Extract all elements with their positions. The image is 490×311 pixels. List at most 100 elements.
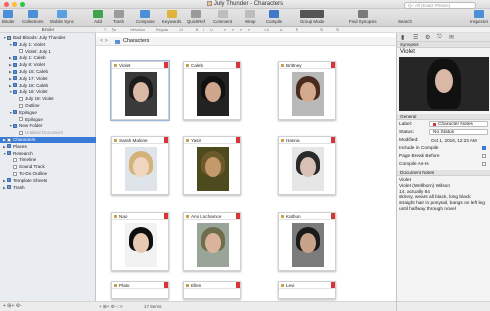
synopsis-section-header[interactable]: Synopsis xyxy=(397,42,490,48)
toolbar-button-compile[interactable]: Compile xyxy=(266,10,282,24)
toolbar-button-add[interactable]: Add xyxy=(93,10,103,24)
binder-item[interactable]: Timeline xyxy=(9,157,36,163)
document-icon xyxy=(19,130,23,135)
toolbar-button-quickref[interactable]: QuickRef xyxy=(187,10,205,24)
folder-icon xyxy=(13,123,17,128)
format-item[interactable]: ☰ xyxy=(320,27,323,33)
binder-item[interactable]: Sound Track xyxy=(9,164,45,170)
toolbar-button-trash[interactable]: Trash xyxy=(113,10,124,24)
bookmarks-tab-icon[interactable]: ☰ xyxy=(413,34,418,41)
toolbar-button-compose[interactable]: Compose xyxy=(136,10,155,24)
binder-item[interactable]: ▶ July 18: Caleb xyxy=(9,83,48,89)
index-card[interactable]: Kathun xyxy=(278,212,336,271)
binder-item[interactable]: ▶ July 17: Violet xyxy=(9,76,48,82)
binder-item[interactable]: July 18: Violet xyxy=(15,96,54,102)
format-item[interactable]: 1.0 xyxy=(264,27,269,33)
toolbar-button-inspector[interactable]: Inspector xyxy=(470,10,488,24)
center-footer-buttons[interactable]: + ⊞+ ⚙- □+ xyxy=(99,302,123,311)
format-item[interactable]: U xyxy=(210,27,213,33)
format-item[interactable]: Helvetica xyxy=(130,27,145,33)
format-item[interactable]: B xyxy=(196,27,198,33)
format-item[interactable]: ¶a xyxy=(112,27,116,33)
include-compile-checkbox[interactable] xyxy=(482,146,486,150)
format-item[interactable]: ≡ xyxy=(232,27,234,33)
synopsis-image-face xyxy=(435,69,453,93)
format-item[interactable]: ≡ xyxy=(224,27,226,33)
format-item[interactable]: Regular xyxy=(156,27,169,33)
comments-tab-icon[interactable]: ✉ xyxy=(449,34,454,41)
binder-item[interactable]: Violet: July 1 xyxy=(15,49,51,55)
binder-item[interactable]: ▼ New Folder xyxy=(9,123,43,129)
label-flag xyxy=(331,213,335,219)
search-input[interactable]: Q~ All (Exact Phrase) xyxy=(404,2,476,9)
inspector-doc-title[interactable]: Violet xyxy=(400,49,415,55)
binder-footer[interactable]: + ⊞+ ⚙- xyxy=(0,301,96,311)
toolbar-button-mobile-sync[interactable]: Mobile Sync xyxy=(50,10,74,24)
binder-item[interactable]: ▶ Template Sheets xyxy=(3,178,47,184)
document-notes-header[interactable]: Document Notes xyxy=(397,170,490,176)
toolbar-button-binder[interactable]: Binder xyxy=(2,10,15,24)
compile-as-is-checkbox[interactable] xyxy=(482,162,486,166)
format-item[interactable]: 13 xyxy=(179,27,183,33)
binder-item[interactable]: ▼ Bad Bloods: July Thunder xyxy=(3,35,66,41)
toolbar-button-wrap[interactable]: Wrap xyxy=(245,10,255,24)
index-card[interactable]: Nao xyxy=(111,212,169,271)
binder-item[interactable]: ▼ Research xyxy=(3,151,33,157)
status-popup[interactable]: No Status xyxy=(429,129,488,135)
index-card[interactable]: Ami Lochamce xyxy=(183,212,241,271)
toolbar-label: Wrap xyxy=(245,19,256,24)
page-break-checkbox[interactable] xyxy=(482,154,486,158)
toolbar-button-search[interactable]: Search xyxy=(398,10,412,24)
format-item[interactable]: A xyxy=(280,27,282,33)
binder-item[interactable]: ▶ Trash xyxy=(3,185,25,191)
general-section-header[interactable]: General xyxy=(397,114,490,120)
nav-buttons[interactable]: < > xyxy=(100,37,108,46)
binder-item[interactable]: ▼ Epilogue xyxy=(9,110,37,116)
index-card[interactable]: Brittney xyxy=(278,61,336,120)
binder-item[interactable]: ▶ July 16: Caleb xyxy=(9,69,48,75)
index-card[interactable]: Levi xyxy=(278,281,336,299)
binder-item[interactable]: Untitled Document xyxy=(15,130,63,136)
format-item[interactable]: ☰ xyxy=(336,27,339,33)
format-item[interactable]: ≡ xyxy=(240,27,242,33)
binder-item[interactable]: To-Do Outline xyxy=(9,171,47,177)
document-icon xyxy=(7,137,11,142)
card-type-icon xyxy=(186,215,189,218)
index-card[interactable]: Ellen xyxy=(183,281,241,299)
toolbar-button-find-synopsis[interactable]: Find Synopsis xyxy=(349,10,377,24)
toolbar-label: Compile xyxy=(266,19,283,24)
index-card[interactable]: Violet xyxy=(110,60,170,121)
index-card[interactable]: Yasir xyxy=(183,136,241,195)
binder-item[interactable]: ▶ Characters xyxy=(3,137,35,143)
toolbar-button-comment[interactable]: Comment xyxy=(213,10,232,24)
document-notes-area[interactable]: Violet Violet (Wellborn) Wilson 14, actual… xyxy=(399,178,489,213)
index-card[interactable]: Plato xyxy=(111,281,169,299)
index-card[interactable]: Hanna xyxy=(278,136,336,195)
binder-item[interactable]: ▼ July 1: Violet xyxy=(9,42,45,48)
toolbar-button-group-mode[interactable]: Group Mode xyxy=(300,10,324,24)
synopsis-image[interactable] xyxy=(399,57,489,111)
portrait-face xyxy=(205,233,221,253)
notes-tab-icon[interactable]: ▮ xyxy=(401,34,404,41)
format-item[interactable]: I xyxy=(203,27,204,33)
index-card[interactable]: Caleb xyxy=(183,61,241,120)
label-popup[interactable]: Character Notes xyxy=(429,121,488,127)
binder-item[interactable]: ▶ July 1: Caleb xyxy=(9,55,46,61)
binder-item[interactable]: ▶ Places xyxy=(3,144,27,150)
metadata-tab-icon[interactable]: ⚙ xyxy=(425,34,430,41)
toolbar-button-collections[interactable]: Collections xyxy=(22,10,43,24)
binder-item[interactable]: ▼ July 18: Violet xyxy=(9,89,48,95)
document-icon xyxy=(13,171,17,176)
portrait-face xyxy=(205,157,221,177)
format-item[interactable]: T xyxy=(104,27,106,33)
binder-item[interactable]: ▶ July 6: Violet xyxy=(9,62,45,68)
snapshots-tab-icon[interactable]: ⎋ xyxy=(437,34,442,41)
binder-item[interactable]: Outline xyxy=(15,103,40,109)
portrait-face xyxy=(133,82,149,102)
binder-item-label: July 18: Caleb xyxy=(19,82,49,88)
format-item[interactable]: ¶ xyxy=(296,27,298,33)
toolbar-button-keywords[interactable]: Keywords xyxy=(162,10,181,24)
format-item[interactable]: ≡ xyxy=(248,27,250,33)
index-card[interactable]: Sarah Malone xyxy=(111,136,169,195)
binder-item[interactable]: Epilogue xyxy=(15,117,43,123)
